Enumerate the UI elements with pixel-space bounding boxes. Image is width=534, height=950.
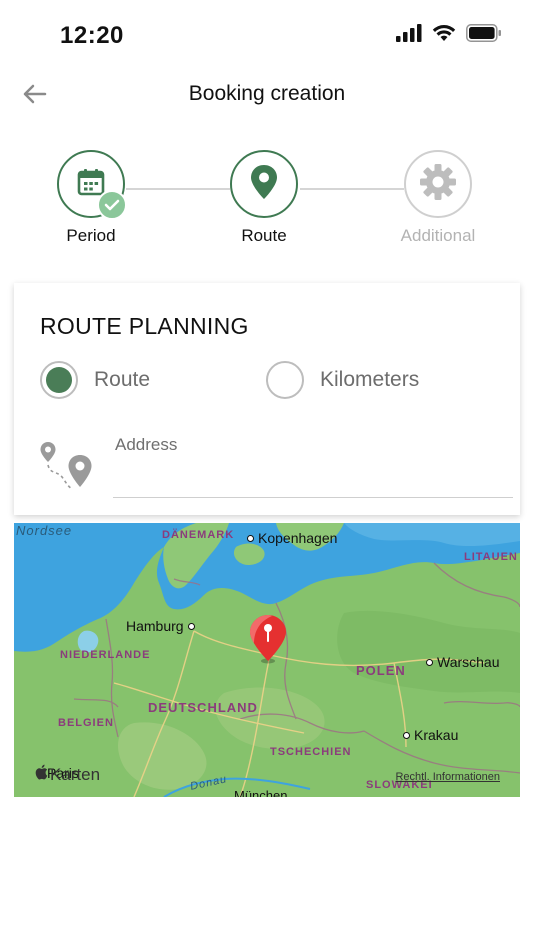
map-city-label: München bbox=[234, 788, 288, 797]
step-label: Period bbox=[66, 226, 116, 245]
battery-icon bbox=[466, 24, 502, 47]
map-label-country: DEUTSCHLAND bbox=[148, 700, 258, 715]
gear-icon bbox=[419, 163, 457, 206]
map-label-country: BELGIEN bbox=[58, 717, 114, 729]
map-label-country: DÄNEMARK bbox=[162, 529, 235, 541]
map-label-country: TSCHECHIEN bbox=[270, 746, 352, 758]
apple-logo-icon bbox=[34, 764, 48, 785]
checkmark-icon bbox=[97, 190, 127, 220]
step-circle bbox=[57, 150, 127, 220]
status-bar: 12:20 bbox=[0, 0, 534, 70]
map-label-country: POLEN bbox=[356, 663, 406, 678]
route-icon bbox=[38, 441, 96, 493]
map-city-label: Warschau bbox=[426, 654, 500, 670]
radio-label: Route bbox=[94, 368, 151, 391]
step-circle bbox=[230, 150, 298, 218]
address-label: Address bbox=[115, 435, 178, 454]
navigation-bar: Booking creation bbox=[0, 72, 534, 120]
map-label-sea: Nordsee bbox=[16, 523, 73, 538]
radio-selected-dot bbox=[46, 367, 72, 393]
map-location-pin[interactable] bbox=[248, 613, 288, 665]
map-label-country: LITAUEN bbox=[464, 551, 518, 563]
map-city-label: Krakau bbox=[403, 727, 458, 743]
status-time: 12:20 bbox=[60, 22, 124, 49]
radio-route[interactable]: Route bbox=[40, 361, 150, 399]
radio-label: Kilometers bbox=[320, 368, 420, 391]
radio-button[interactable] bbox=[266, 361, 304, 399]
wifi-icon bbox=[432, 24, 456, 47]
step-circle bbox=[404, 150, 472, 218]
step-label: Additional bbox=[400, 226, 476, 245]
radio-kilometers[interactable]: Kilometers bbox=[266, 361, 419, 399]
map-view[interactable]: Nordsee DÄNEMARK LITAUEN NIEDERLANDE POL… bbox=[14, 523, 520, 797]
location-pin-icon bbox=[249, 164, 279, 205]
step-period[interactable]: Period bbox=[21, 150, 161, 246]
address-input[interactable] bbox=[113, 461, 513, 498]
maps-brand: Karten bbox=[34, 764, 100, 785]
map-label-country: NIEDERLANDE bbox=[60, 649, 151, 661]
route-planning-card: ROUTE PLANNING Route Kilometers Address bbox=[14, 283, 520, 515]
radio-button[interactable] bbox=[40, 361, 78, 399]
step-label: Route bbox=[241, 226, 287, 245]
map-city-label: Hamburg bbox=[126, 618, 195, 634]
status-icons bbox=[396, 24, 502, 47]
map-legal-link[interactable]: Rechtl. Informationen bbox=[395, 771, 500, 783]
booking-stepper: Period Route Additional bbox=[0, 150, 534, 260]
step-additional[interactable]: Additional bbox=[368, 150, 508, 246]
route-mode-radio-group: Route Kilometers bbox=[40, 361, 510, 405]
step-route[interactable]: Route bbox=[194, 150, 334, 246]
page-title: Booking creation bbox=[188, 82, 346, 105]
card-title: ROUTE PLANNING bbox=[40, 313, 249, 339]
cellular-signal-icon bbox=[396, 24, 422, 47]
map-city-label: Kopenhagen bbox=[247, 530, 337, 546]
